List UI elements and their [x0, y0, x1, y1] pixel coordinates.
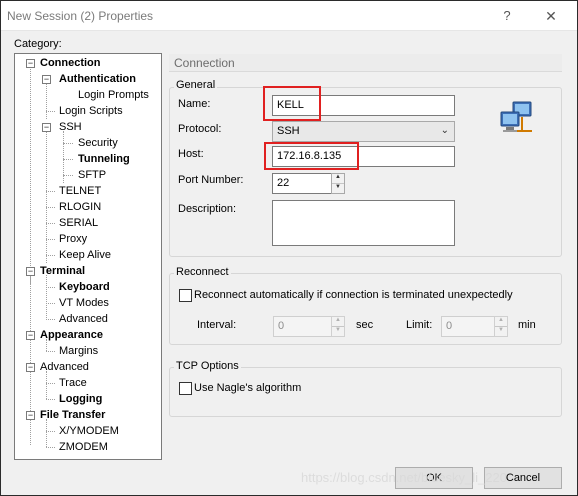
limit-spinner[interactable]: ▲ ▼	[494, 316, 508, 337]
network-computers-icon	[500, 101, 532, 132]
category-label: Category:	[14, 38, 62, 50]
host-label: Host:	[178, 148, 204, 160]
tree-item-login-prompts[interactable]: Login Prompts	[78, 87, 149, 103]
limit-field[interactable]: 0	[441, 316, 495, 337]
tree-item-serial[interactable]: SERIAL	[59, 215, 98, 231]
collapse-advanced-icon[interactable]: −	[26, 363, 35, 372]
nagle-checkbox-label: Use Nagle's algorithm	[194, 382, 302, 394]
tree-item-keyboard[interactable]: Keyboard	[59, 279, 110, 295]
description-field[interactable]	[272, 200, 455, 246]
spin-up-icon[interactable]: ▲	[495, 317, 507, 327]
tree-item-logging[interactable]: Logging	[59, 391, 102, 407]
window-title: New Session (2) Properties	[7, 9, 154, 23]
spin-down-icon[interactable]: ▼	[332, 184, 344, 194]
title-bar: New Session (2) Properties ? ✕	[1, 1, 577, 31]
interval-field[interactable]: 0	[273, 316, 332, 337]
nagle-checkbox[interactable]	[179, 382, 192, 395]
tree-item-trace[interactable]: Trace	[59, 375, 87, 391]
tree-item-proxy[interactable]: Proxy	[59, 231, 87, 247]
protocol-value: SSH	[277, 125, 300, 137]
spin-up-icon[interactable]: ▲	[332, 317, 344, 327]
panel-header: Connection	[169, 54, 562, 72]
tree-item-margins[interactable]: Margins	[59, 343, 98, 359]
properties-dialog: New Session (2) Properties ? ✕ Category:	[0, 0, 578, 496]
port-number-label: Port Number:	[178, 174, 244, 186]
tree-item-keep-alive[interactable]: Keep Alive	[59, 247, 111, 263]
collapse-connection-icon[interactable]: −	[26, 59, 35, 68]
panel-title: Connection	[174, 56, 235, 70]
reconnect-checkbox[interactable]	[179, 289, 192, 302]
tree-item-terminal[interactable]: Terminal	[40, 263, 85, 279]
collapse-ssh-icon[interactable]: −	[42, 123, 51, 132]
spin-up-icon[interactable]: ▲	[332, 174, 344, 184]
tree-item-rlogin[interactable]: RLOGIN	[59, 199, 101, 215]
tree-item-vt-modes[interactable]: VT Modes	[59, 295, 109, 311]
spin-down-icon[interactable]: ▼	[495, 327, 507, 337]
name-label: Name:	[178, 98, 211, 110]
port-number-field[interactable]: 22	[272, 173, 332, 194]
description-label: Description:	[178, 203, 237, 215]
tree-item-file-transfer[interactable]: File Transfer	[40, 407, 105, 423]
collapse-terminal-icon[interactable]: −	[26, 267, 35, 276]
port-number-spinner[interactable]: ▲ ▼	[331, 173, 345, 194]
collapse-authentication-icon[interactable]: −	[42, 75, 51, 84]
reconnect-group-title: Reconnect	[174, 266, 231, 278]
reconnect-checkbox-label: Reconnect automatically if connection is…	[194, 289, 513, 301]
tree-item-login-scripts[interactable]: Login Scripts	[59, 103, 123, 119]
name-highlight-box	[263, 86, 321, 121]
limit-label: Limit:	[406, 319, 433, 331]
collapse-file-transfer-icon[interactable]: −	[26, 411, 35, 420]
interval-spinner[interactable]: ▲ ▼	[331, 316, 345, 337]
tree-item-xymodem[interactable]: X/YMODEM	[59, 423, 119, 439]
limit-unit: min	[518, 319, 536, 331]
spin-down-icon[interactable]: ▼	[332, 327, 344, 337]
watermark: https://blog.csdn.net/bluesky_li_220	[301, 470, 507, 485]
tree-item-ssh[interactable]: SSH	[59, 119, 82, 135]
protocol-select[interactable]: SSH ⌄	[272, 121, 455, 142]
tree-item-advanced[interactable]: Advanced	[40, 359, 89, 375]
tree-item-terminal-advanced[interactable]: Advanced	[59, 311, 108, 327]
tree-item-appearance[interactable]: Appearance	[40, 327, 103, 343]
tree-item-security[interactable]: Security	[78, 135, 118, 151]
tree-item-connection[interactable]: Connection	[40, 55, 101, 71]
chevron-down-icon: ⌄	[440, 125, 449, 136]
help-button[interactable]: ?	[498, 7, 516, 25]
protocol-label: Protocol:	[178, 123, 222, 135]
collapse-appearance-icon[interactable]: −	[26, 331, 35, 340]
host-highlight-box	[264, 142, 359, 170]
general-group-title: General	[174, 79, 218, 91]
tree-item-authentication[interactable]: Authentication	[59, 71, 136, 87]
category-tree[interactable]: − Connection − Authentication Login Prom…	[14, 53, 162, 460]
interval-unit: sec	[356, 319, 374, 331]
close-button[interactable]: ✕	[542, 7, 560, 25]
tree-item-sftp[interactable]: SFTP	[78, 167, 106, 183]
tree-item-tunneling[interactable]: Tunneling	[78, 151, 130, 167]
tree-item-telnet[interactable]: TELNET	[59, 183, 101, 199]
tcp-options-group-title: TCP Options	[174, 360, 241, 372]
tree-item-zmodem[interactable]: ZMODEM	[59, 439, 108, 455]
interval-label: Interval:	[197, 319, 237, 331]
